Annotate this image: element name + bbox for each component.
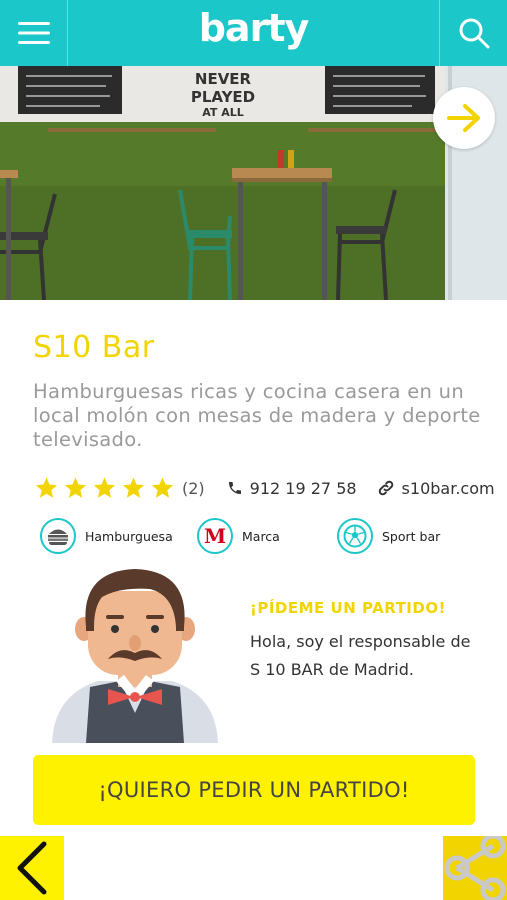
request-match-button[interactable]: ¡QUIERO PEDIR UN PARTIDO!	[33, 755, 475, 825]
tag-marca[interactable]: M Marca	[197, 517, 280, 555]
rating-count[interactable]: (2)	[182, 479, 205, 498]
chevron-left-icon	[17, 841, 47, 895]
cta-text: Hola, soy el responsable de S 10 BAR de …	[250, 632, 471, 679]
website-url: s10bar.com	[401, 478, 495, 498]
tag-sport-bar[interactable]: Sport bar	[337, 517, 440, 555]
info-row: (2) 912 19 27 58 s10bar.com	[33, 476, 495, 500]
next-photo-button[interactable]	[433, 87, 495, 149]
star-icon	[152, 477, 173, 498]
app-logo[interactable]: barty	[0, 6, 507, 50]
tag-hamburguesa[interactable]: Hamburguesa	[40, 517, 173, 555]
star-icon	[94, 477, 115, 498]
website-link[interactable]: s10bar.com	[377, 479, 495, 498]
manager-avatar	[50, 563, 220, 743]
share-icon	[444, 836, 506, 900]
svg-text:AT ALL: AT ALL	[202, 106, 244, 119]
share-button[interactable]	[443, 836, 507, 900]
svg-text:M: M	[204, 525, 226, 547]
app-header: barty	[0, 0, 507, 66]
phone-link[interactable]: 912 19 27 58	[227, 479, 357, 498]
phone-number: 912 19 27 58	[249, 478, 357, 498]
rating-stars	[33, 476, 178, 500]
search-button[interactable]	[439, 0, 507, 66]
search-icon	[459, 18, 489, 49]
cta-title: ¡PÍDEME UN PARTIDO!	[250, 599, 446, 617]
tag-label: Sport bar	[382, 528, 441, 544]
feature-tags: Hamburguesa M Marca Sport bar	[40, 517, 480, 555]
back-button[interactable]	[0, 836, 64, 900]
star-icon	[123, 477, 144, 498]
burger-icon	[40, 518, 76, 554]
tag-label: Hamburguesa	[85, 528, 173, 544]
svg-text:NEVER: NEVER	[195, 70, 252, 88]
tag-label: Marca	[242, 528, 280, 544]
arrow-right-icon	[447, 104, 480, 132]
link-icon	[378, 480, 393, 496]
bar-description: Hamburguesas ricas y cocina casera en un…	[33, 380, 481, 451]
phone-icon	[228, 482, 241, 494]
marca-logo-icon: M	[197, 518, 233, 554]
bar-photo[interactable]: NEVER PLAYED AT ALL	[0, 66, 507, 300]
svg-text:PLAYED: PLAYED	[191, 88, 255, 106]
star-icon	[65, 477, 86, 498]
star-icon	[36, 477, 57, 498]
bar-name: S10 Bar	[33, 330, 155, 365]
bar-photo-illustration: NEVER PLAYED AT ALL	[0, 66, 507, 300]
soccer-ball-icon	[337, 518, 373, 554]
